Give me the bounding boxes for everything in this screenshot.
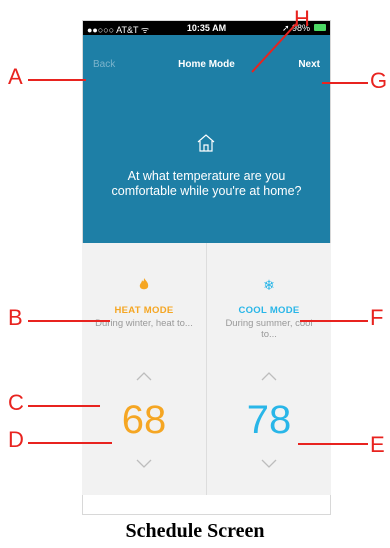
heat-increase-button[interactable]	[82, 368, 206, 386]
chevron-down-icon	[136, 459, 152, 468]
cool-mode-column: ❄ COOL MODE During summer, cool to... 78	[207, 243, 331, 495]
annotation-d: D	[8, 427, 24, 452]
annotation-f-line	[300, 320, 368, 322]
annotation-d-line	[28, 442, 112, 444]
heat-mode-column: HEAT MODE During winter, heat to... 68	[82, 243, 206, 495]
annotation-f: F	[370, 305, 384, 330]
chevron-up-icon	[261, 372, 277, 381]
chevron-down-icon	[261, 459, 277, 468]
annotation-e: E	[370, 432, 385, 457]
snowflake-icon: ❄	[263, 277, 275, 293]
battery-icon	[314, 24, 326, 31]
annotation-b: B	[8, 305, 23, 330]
cool-increase-button[interactable]	[207, 368, 331, 386]
annotation-e-line	[298, 443, 368, 445]
cool-temperature: 78	[246, 398, 292, 442]
heat-decrease-button[interactable]	[82, 456, 206, 474]
heat-temperature: 68	[121, 398, 167, 442]
flame-icon	[82, 277, 206, 294]
house-icon	[197, 134, 215, 152]
annotation-c: C	[8, 390, 24, 415]
annotation-g: G	[370, 68, 388, 93]
annotation-c-line	[28, 405, 100, 407]
cool-mode-title: COOL MODE	[238, 305, 300, 316]
annotation-h-line	[251, 23, 297, 73]
annotation-a: A	[8, 64, 23, 89]
annotation-b-line	[28, 320, 110, 322]
annotation-g-line	[322, 82, 368, 84]
heat-mode-title: HEAT MODE	[114, 305, 174, 316]
question-text: At what temperature are you comfortable …	[111, 169, 302, 198]
chevron-up-icon	[136, 372, 152, 381]
annotation-a-line	[28, 79, 86, 81]
next-button[interactable]: Next	[298, 59, 320, 70]
cool-decrease-button[interactable]	[207, 456, 331, 474]
figure-caption: Schedule Screen	[125, 520, 265, 542]
